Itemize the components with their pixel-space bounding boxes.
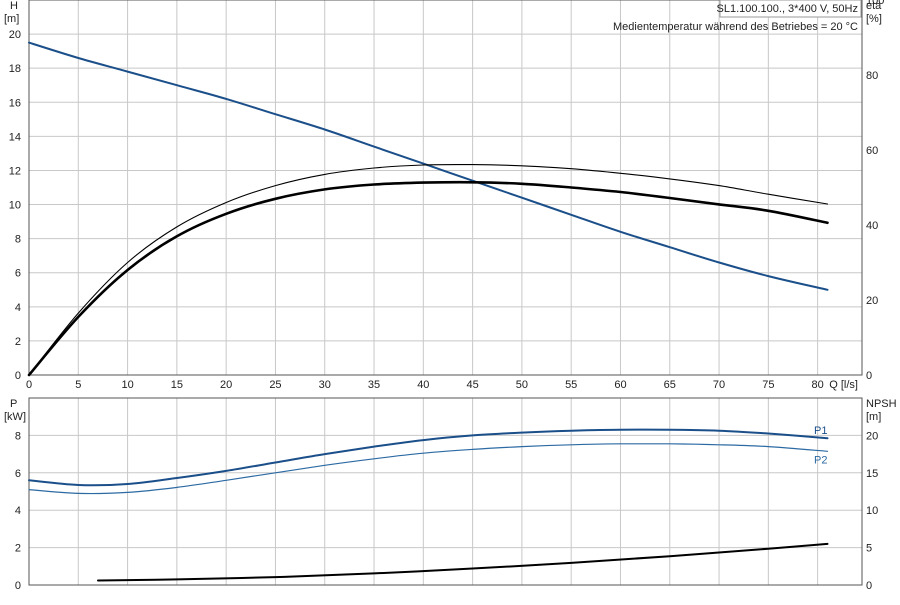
panel1-right-axis-quantity: eta	[866, 0, 882, 12]
x-tick-label: 20	[220, 379, 232, 391]
panel1-left-tick-label: 12	[9, 165, 21, 177]
x-tick-label: 25	[269, 379, 281, 391]
panel2-left-axis-quantity: P	[10, 398, 17, 410]
x-tick-label: 60	[614, 379, 626, 391]
panel1-left-tick-label: 20	[9, 29, 21, 41]
panel1-left-tick-label: 10	[9, 200, 21, 212]
x-tick-label: 30	[319, 379, 331, 391]
P2-curve	[28, 443, 829, 495]
panel2-left-tick-label: 4	[15, 505, 21, 517]
panel1-left-axis-quantity: H	[10, 0, 18, 12]
panel1-right-tick-label: 60	[866, 145, 878, 157]
panel2-right-tick-label: 15	[866, 468, 878, 480]
x-tick-label: 35	[368, 379, 380, 391]
x-axis-label: Q [l/s]	[829, 379, 858, 391]
panel1-right-axis-unit: [%]	[866, 13, 882, 25]
panel2-right-axis-quantity: NPSH	[866, 398, 897, 410]
x-tick-label: 15	[171, 379, 183, 391]
panel1-left-tick-label: 16	[9, 97, 21, 109]
x-tick-label: 80	[812, 379, 824, 391]
chart-canvas: 0 5 10 15 20 25 30 35 40 45 50 55 60 65 70 75 8002468101…	[4, 0, 897, 592]
panel1-right-tick-label: 40	[866, 220, 878, 232]
panel1-left-tick-label: 18	[9, 63, 21, 75]
NPSH-curve	[97, 542, 829, 582]
panel2-right-axis-unit: [m]	[866, 411, 881, 423]
panel2-left-axis-unit: [kW]	[4, 411, 26, 423]
panel1-frame	[28, 0, 863, 376]
panel2-left-tick-label: 6	[15, 468, 21, 480]
x-tick-label: 5	[75, 379, 81, 391]
panel1-right-tick-label: 80	[866, 70, 878, 82]
x-tick-label: 40	[417, 379, 429, 391]
panel1-left-tick-label: 6	[15, 268, 21, 280]
x-tick-label: 10	[121, 379, 133, 391]
panel2-right-tick-label: 20	[866, 430, 878, 442]
panel2-frame	[28, 397, 863, 586]
panel1-right-tick-label: 20	[866, 295, 878, 307]
eta_total-curve	[27, 180, 829, 377]
eta_hydraulic-curve	[28, 163, 829, 376]
panel2-left-tick-label: 0	[15, 580, 21, 592]
panel2-right-tick-label: 5	[866, 543, 872, 555]
panel2-left-tick-label: 2	[15, 543, 21, 555]
panel1-left-axis-unit: [m]	[4, 13, 19, 25]
info-box-text: SL1.100.100., 3*400 V, 50Hz	[717, 3, 859, 15]
panel1-left-tick-label: 8	[15, 234, 21, 246]
series-label-p1: P1	[814, 425, 827, 437]
panel1-left-tick-label: 4	[15, 302, 21, 314]
x-tick-label: 70	[713, 379, 725, 391]
panel1-left-tick-label: 14	[9, 131, 21, 143]
panel1-left-tick-label: 2	[15, 336, 21, 348]
panel1-right-tick-label: 0	[866, 370, 872, 382]
x-tick-label: 65	[664, 379, 676, 391]
temperature-note: Medientemperatur während des Betriebes =…	[613, 21, 858, 33]
x-tick-label: 75	[762, 379, 774, 391]
series-label-p2: P2	[814, 454, 827, 466]
P1-curve	[28, 428, 829, 487]
panel2-right-tick-label: 10	[866, 505, 878, 517]
panel1-left-tick-label: 0	[15, 370, 21, 382]
pump-performance-chart: 0 5 10 15 20 25 30 35 40 45 50 55 60 65 70 75 80 0 2 4 6 8 10 1…	[0, 0, 900, 600]
x-tick-label: 45	[466, 379, 478, 391]
panel2-right-tick-label: 0	[866, 580, 872, 592]
x-tick-label: 55	[565, 379, 577, 391]
x-tick-label: 0	[26, 379, 32, 391]
panel2-left-tick-label: 8	[15, 430, 21, 442]
x-tick-label: 50	[516, 379, 528, 391]
